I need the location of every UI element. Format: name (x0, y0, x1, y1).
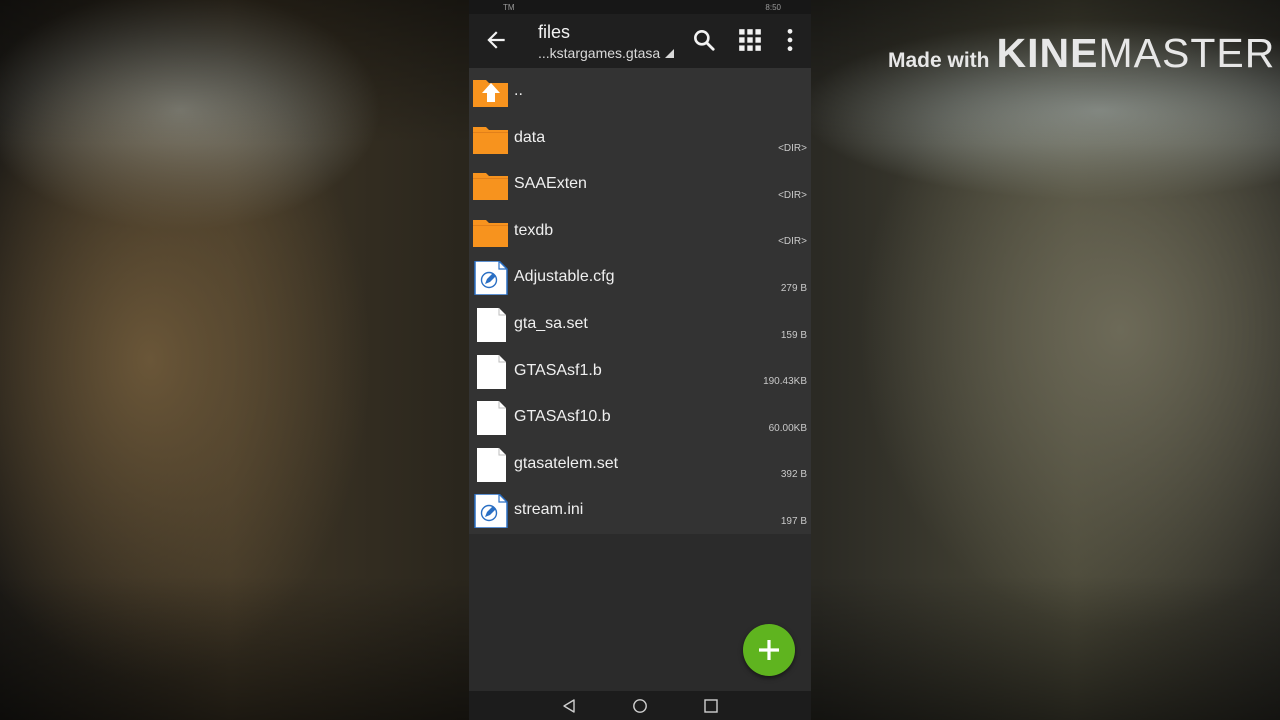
file-row[interactable]: stream.ini 197 B (469, 487, 811, 534)
folder-icon (472, 168, 510, 202)
file-name: stream.ini (514, 501, 584, 519)
dropdown-triangle-icon (665, 49, 675, 58)
file-name: gtasatelem.set (514, 454, 619, 472)
file-size: 60.00KB (768, 422, 807, 434)
watermark-brand-kine: KINE (996, 30, 1099, 76)
back-triangle-icon[interactable] (561, 698, 577, 714)
status-bar: TM 8:50 (469, 0, 811, 14)
system-nav-bar (469, 691, 811, 720)
search-button[interactable] (691, 27, 717, 53)
path-dropdown[interactable]: ...kstargames.gtasa (538, 45, 675, 61)
file-icon (472, 401, 510, 436)
more-options-button[interactable] (777, 27, 803, 53)
search-icon (694, 30, 715, 51)
file-row[interactable]: GTASAsf1.b 190.43KB (469, 348, 811, 395)
file-name: gta_sa.set (514, 314, 588, 332)
file-name: SAAExten (514, 175, 587, 193)
file-row[interactable]: data <DIR> (469, 115, 811, 162)
recents-square-icon[interactable] (703, 698, 719, 714)
file-size: 159 B (780, 329, 807, 341)
parent-folder-icon (472, 75, 510, 109)
folder-icon (472, 215, 510, 249)
grid-view-button[interactable] (737, 27, 763, 53)
file-row[interactable]: .. (469, 68, 811, 115)
more-vert-icon (787, 28, 793, 52)
file-name: Adjustable.cfg (514, 268, 615, 286)
toolbar-title: files (538, 22, 571, 42)
file-list: .. data <DIR> SAAExten <DIR> texdb <DIR> Adjust… (469, 68, 811, 534)
status-time: 8:50 (765, 2, 781, 12)
phone-screen: TM 8:50 files ...kstargames.gtasa .. dat… (469, 0, 811, 720)
file-size: 392 B (780, 469, 807, 481)
back-arrow-icon (487, 31, 505, 49)
text-file-icon (472, 260, 510, 297)
back-button[interactable] (483, 27, 509, 53)
grid-view-icon (739, 29, 761, 51)
file-name: GTASAsf10.b (514, 408, 611, 426)
file-name: texdb (514, 221, 554, 239)
file-row[interactable]: gta_sa.set 159 B (469, 301, 811, 348)
file-size: <DIR> (778, 189, 807, 201)
file-icon (472, 354, 510, 389)
current-path: ...kstargames.gtasa (538, 45, 661, 61)
folder-icon (472, 122, 510, 156)
home-circle-icon[interactable] (632, 698, 648, 714)
text-file-icon (472, 493, 510, 530)
kinemaster-watermark: Made with KINE MASTER (888, 30, 1275, 77)
file-row[interactable]: texdb <DIR> (469, 208, 811, 255)
file-row[interactable]: GTASAsf10.b 60.00KB (469, 394, 811, 441)
file-name: GTASAsf1.b (514, 361, 602, 379)
watermark-brand-master: MASTER (1098, 30, 1276, 76)
file-row[interactable]: Adjustable.cfg 279 B (469, 254, 811, 301)
file-name: .. (514, 82, 523, 99)
add-fab-button[interactable] (743, 624, 795, 676)
watermark-prefix: Made with (888, 49, 990, 72)
file-icon (472, 307, 510, 342)
file-row[interactable]: gtasatelem.set 392 B (469, 441, 811, 488)
plus-icon (759, 640, 779, 660)
status-carrier: TM (503, 2, 515, 12)
file-size: 279 B (780, 282, 807, 294)
file-size: 190.43KB (763, 376, 807, 388)
file-size: 197 B (780, 515, 807, 527)
file-name: data (514, 128, 546, 146)
file-size: <DIR> (778, 143, 807, 155)
file-row[interactable]: SAAExten <DIR> (469, 161, 811, 208)
file-size: <DIR> (778, 236, 807, 248)
file-icon (472, 447, 510, 482)
app-toolbar: files ...kstargames.gtasa (469, 14, 811, 68)
